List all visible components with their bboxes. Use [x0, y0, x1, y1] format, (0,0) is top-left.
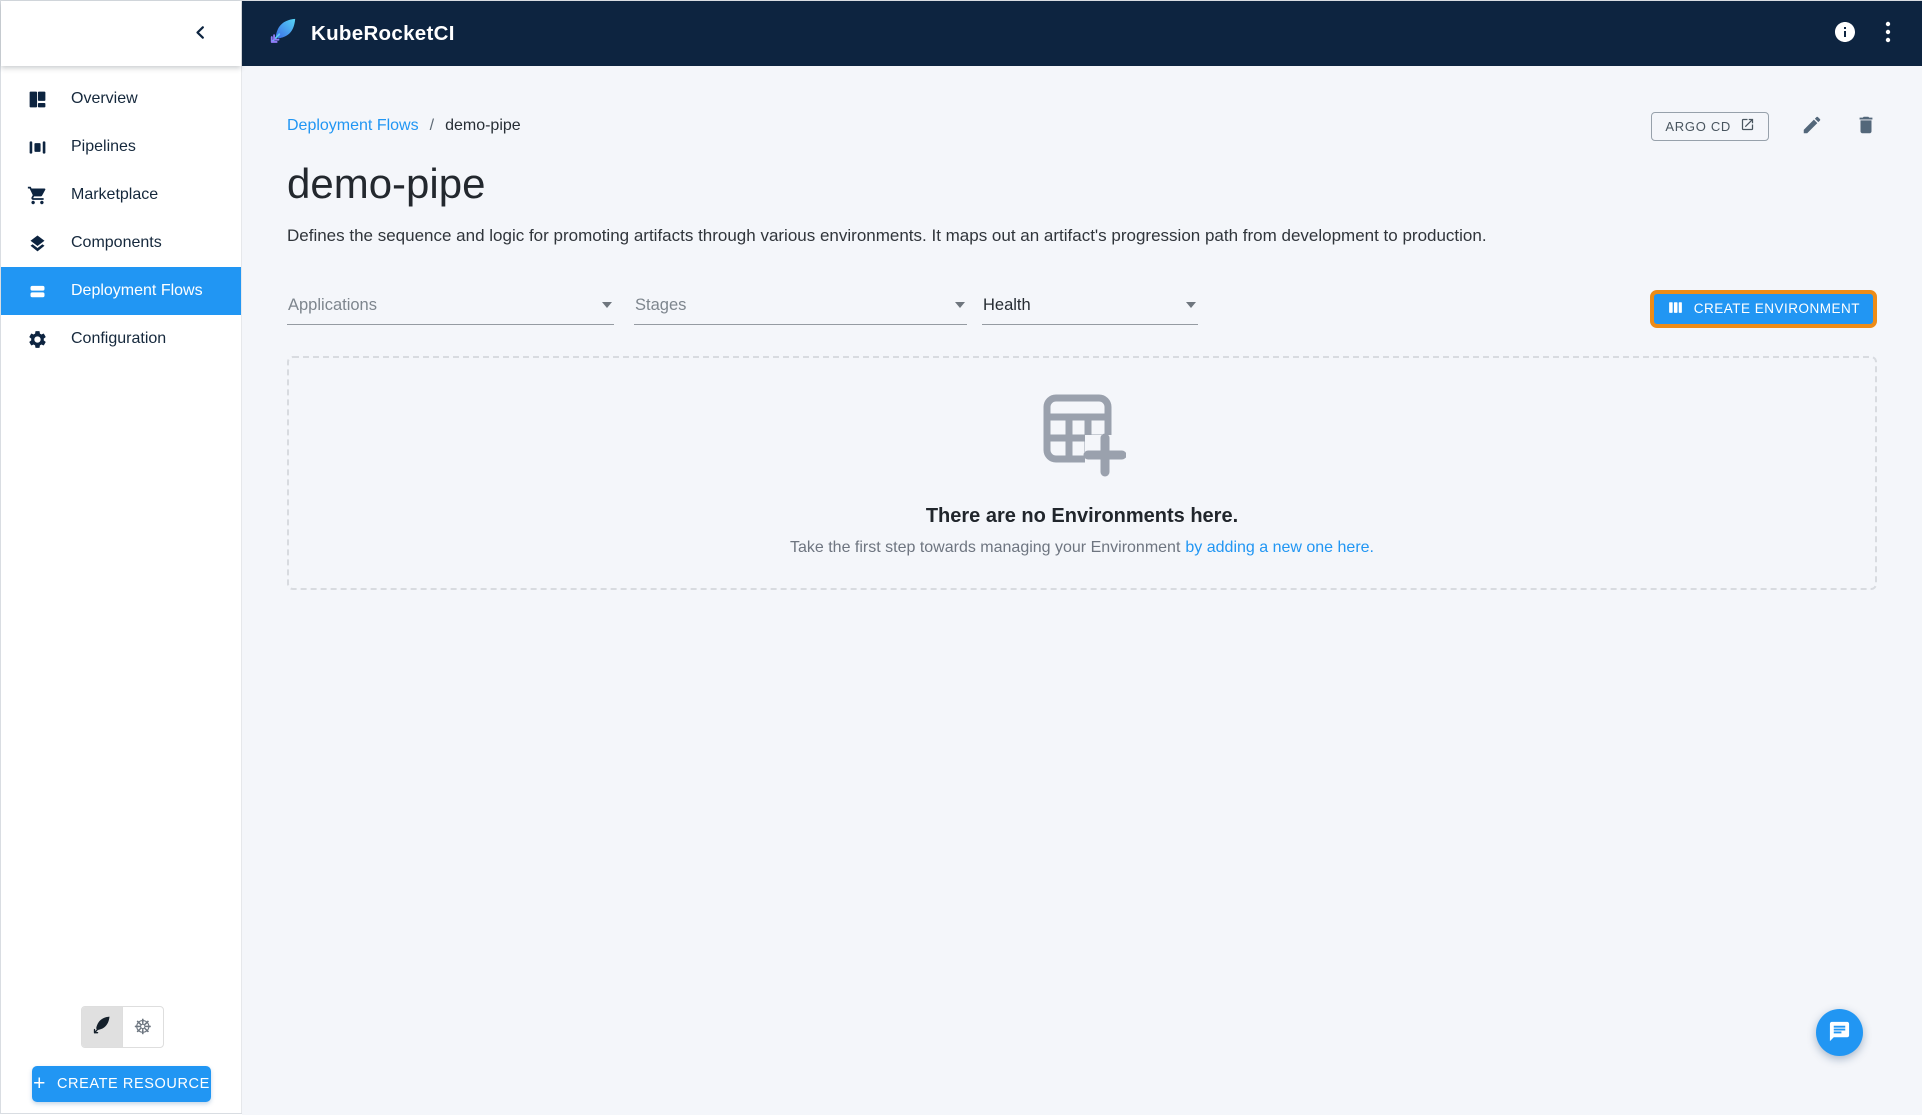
- main-content: Deployment Flows / demo-pipe ARGO CD dem…: [242, 66, 1922, 1115]
- chat-bubble-icon: [1828, 1020, 1851, 1046]
- brand: KubeRocketCI: [268, 16, 455, 51]
- sidebar-item-deployment-flows[interactable]: Deployment Flows: [1, 267, 241, 315]
- gear-icon: [26, 328, 48, 350]
- page-description: Defines the sequence and logic for promo…: [287, 225, 1487, 245]
- app-window: { "colors": { "accent_blue": "#2196f3", …: [0, 0, 1922, 1115]
- columns-icon: [1667, 299, 1684, 319]
- sidebar-item-overview[interactable]: Overview: [1, 75, 241, 123]
- deployment-flows-icon: [26, 280, 48, 302]
- chat-fab-button[interactable]: [1816, 1009, 1863, 1056]
- sidebar-item-marketplace[interactable]: Marketplace: [1, 171, 241, 219]
- app-header: KubeRocketCI: [242, 1, 1922, 66]
- resource-view-toggle: ☸: [81, 1006, 164, 1048]
- more-menu-button[interactable]: [1885, 21, 1891, 46]
- sidebar-item-pipelines[interactable]: Pipelines: [1, 123, 241, 171]
- components-icon: [26, 232, 48, 254]
- add-table-icon: [1038, 389, 1127, 482]
- stages-select-label: Stages: [635, 295, 687, 314]
- create-resource-label: CREATE RESOURCE: [56, 1076, 210, 1092]
- kebab-menu-icon: [1885, 21, 1891, 46]
- sidebar-item-components[interactable]: Components: [1, 219, 241, 267]
- info-icon: [1833, 20, 1857, 47]
- trash-icon: [1855, 114, 1877, 139]
- sidebar-item-label: Pipelines: [71, 138, 136, 155]
- health-select[interactable]: Health: [982, 290, 1198, 325]
- sidebar-item-label: Configuration: [71, 330, 167, 347]
- create-environment-label: CREATE ENVIRONMENT: [1693, 301, 1860, 316]
- sidebar-nav: Overview Pipelines Marketplace Component…: [1, 66, 241, 363]
- pipelines-icon: [26, 136, 48, 158]
- kuberocketci-logo-icon: [268, 16, 298, 51]
- chevron-left-icon: [193, 25, 208, 43]
- breadcrumb: Deployment Flows / demo-pipe ARGO CD: [287, 111, 1877, 141]
- applications-select-label: Applications: [288, 295, 377, 314]
- quill-icon: [92, 1015, 112, 1040]
- sidebar-item-label: Deployment Flows: [71, 282, 203, 299]
- page-title: demo-pipe: [287, 160, 486, 207]
- health-select-label: Health: [983, 295, 1031, 314]
- cart-icon: [26, 184, 48, 206]
- external-link-icon: [1740, 117, 1755, 135]
- kubernetes-view-toggle-button[interactable]: ☸: [123, 1007, 164, 1047]
- kubernetes-wheel-icon: ☸: [133, 1015, 153, 1039]
- add-environment-link[interactable]: by adding a new one here.: [1185, 539, 1374, 556]
- empty-state-title: There are no Environments here.: [925, 504, 1239, 527]
- applications-select[interactable]: Applications: [287, 290, 614, 325]
- header-actions: [1833, 20, 1897, 47]
- app-title: KubeRocketCI: [311, 21, 455, 45]
- page-actions: ARGO CD: [1651, 111, 1877, 141]
- dashboard-icon: [26, 88, 48, 110]
- stages-select[interactable]: Stages: [634, 290, 967, 325]
- edit-button[interactable]: [1801, 114, 1823, 139]
- plus-icon: +: [33, 1071, 46, 1095]
- chevron-down-icon: [602, 302, 612, 308]
- collapse-sidebar-button[interactable]: [193, 25, 208, 43]
- sidebar: Overview Pipelines Marketplace Component…: [1, 1, 242, 1113]
- sidebar-item-label: Overview: [71, 90, 138, 107]
- empty-state-subtitle-text: Take the first step towards managing you…: [789, 538, 1181, 556]
- filter-row: Applications Stages Health CREATE ENVIRO…: [287, 289, 1877, 328]
- breadcrumb-current: demo-pipe: [445, 117, 521, 134]
- chevron-down-icon: [955, 302, 965, 308]
- sidebar-item-label: Marketplace: [71, 186, 159, 203]
- info-button[interactable]: [1833, 20, 1857, 47]
- sidebar-header: [1, 1, 241, 66]
- argo-cd-label: ARGO CD: [1665, 118, 1731, 134]
- sidebar-item-label: Components: [71, 234, 162, 251]
- sidebar-item-configuration[interactable]: Configuration: [1, 315, 241, 363]
- empty-state-subtitle: Take the first step towards managing you…: [790, 539, 1374, 557]
- argo-cd-button[interactable]: ARGO CD: [1651, 111, 1769, 141]
- chevron-down-icon: [1186, 302, 1196, 308]
- create-resource-button[interactable]: + CREATE RESOURCE: [32, 1066, 211, 1102]
- breadcrumb-separator: /: [429, 117, 435, 134]
- create-environment-button[interactable]: CREATE ENVIRONMENT: [1649, 289, 1877, 328]
- breadcrumb-deployment-flows-link[interactable]: Deployment Flows: [287, 117, 419, 135]
- krci-view-toggle-button[interactable]: [82, 1007, 123, 1047]
- delete-button[interactable]: [1855, 114, 1877, 139]
- empty-environments-panel: There are no Environments here. Take the…: [287, 355, 1877, 590]
- pencil-icon: [1801, 114, 1823, 139]
